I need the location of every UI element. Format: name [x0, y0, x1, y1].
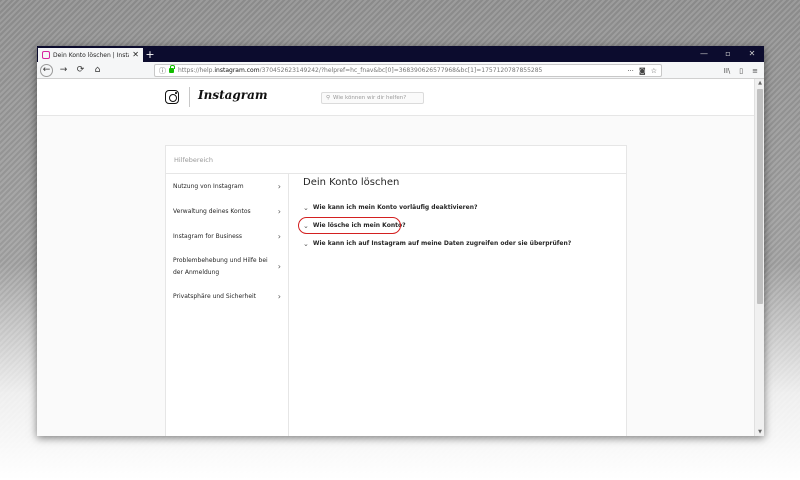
tab-title: Dein Konto löschen | Instagram… [53, 51, 129, 59]
question-delete-account[interactable]: ⌄ Wie lösche ich mein Konto? [298, 217, 616, 234]
highlight-circle [298, 217, 401, 234]
help-search-input[interactable]: ⚲ Wie können wir dir helfen? [321, 92, 424, 104]
instagram-camera-icon[interactable] [165, 90, 179, 104]
instagram-header: Instagram ⚲ Wie können wir dir helfen? [37, 79, 754, 116]
forward-button[interactable]: → [57, 64, 70, 77]
search-icon: ⚲ [326, 95, 331, 101]
address-bar[interactable]: ⓘ https://help. instagram.com /370452623… [154, 64, 662, 77]
chevron-right-icon: › [277, 232, 281, 241]
sidebar-item-account[interactable]: Verwaltung deines Kontos › [166, 206, 288, 218]
chevron-right-icon: › [277, 292, 281, 301]
close-window-button[interactable]: ✕ [740, 46, 764, 62]
instagram-logo[interactable]: Instagram [198, 88, 268, 102]
reload-button[interactable]: ⟳ [74, 64, 87, 77]
sidebar-item-label: Nutzung von Instagram [173, 183, 244, 190]
lock-icon[interactable] [169, 65, 175, 73]
home-button[interactable]: ⌂ [91, 64, 104, 77]
question-label: Wie kann ich mein Konto vorläufig deakti… [312, 204, 478, 211]
help-sidebar: Nutzung von Instagram › Verwaltung deine… [166, 174, 289, 436]
url-domain: instagram.com [214, 67, 260, 74]
scrollbar-thumb[interactable] [757, 89, 763, 304]
chevron-right-icon: › [277, 207, 281, 216]
sidebar-item-privacy[interactable]: Privatsphäre und Sicherheit › [166, 291, 288, 303]
sidebar-item-label: Instagram for Business [173, 233, 243, 240]
sidebar-item-label: Problembehebung und Hilfe bei der Anmeld… [173, 257, 268, 276]
info-icon[interactable]: ⓘ [159, 66, 166, 76]
url-prefix: https://help. [178, 67, 215, 74]
browser-tab[interactable]: Dein Konto löschen | Instagram… ✕ [38, 48, 143, 62]
chevron-down-icon: ⌄ [303, 239, 309, 248]
sidebar-item-usage[interactable]: Nutzung von Instagram › [166, 181, 288, 193]
header-divider [189, 87, 190, 107]
maximize-button[interactable]: ▫ [716, 46, 740, 62]
window-controls: — ▫ ✕ [692, 46, 764, 62]
sidebar-item-label: Verwaltung deines Kontos [173, 208, 251, 215]
instagram-favicon-icon [42, 51, 50, 59]
sidebar-item-troubleshooting[interactable]: Problembehebung und Hilfe bei der Anmeld… [166, 255, 288, 279]
chevron-right-icon: › [277, 182, 281, 191]
library-icon[interactable]: II\ [724, 67, 731, 75]
bookmark-star-icon[interactable]: ☆ [651, 67, 657, 75]
pocket-icon[interactable]: ◙ [639, 67, 646, 75]
chevron-right-icon: › [277, 262, 281, 271]
help-center-title: Hilfebereich [166, 146, 626, 174]
chevron-down-icon: ⌄ [303, 203, 309, 212]
scroll-up-icon[interactable]: ▲ [755, 80, 764, 86]
url-path: /370452623149242/?helpref=hc_fnav&bc[0]=… [259, 67, 543, 74]
toolbar-right: II\ ▯ ≡ [724, 62, 758, 79]
sidebar-toggle-icon[interactable]: ▯ [739, 67, 743, 75]
sidebar-item-label: Privatsphäre und Sicherheit [173, 293, 257, 300]
new-tab-button[interactable]: + [143, 48, 157, 62]
minimize-button[interactable]: — [692, 46, 716, 62]
vertical-scrollbar[interactable]: ▲ ▼ [754, 79, 764, 436]
question-deactivate[interactable]: ⌄ Wie kann ich mein Konto vorläufig deak… [303, 203, 616, 212]
search-placeholder: Wie können wir dir helfen? [333, 95, 407, 101]
sidebar-item-business[interactable]: Instagram for Business › [166, 231, 288, 243]
title-bar: Dein Konto löschen | Instagram… ✕ + — ▫ … [37, 46, 764, 62]
back-button[interactable]: ← [40, 63, 53, 77]
question-label: Wie kann ich auf Instagram auf meine Dat… [312, 240, 572, 247]
tab-close-icon[interactable]: ✕ [132, 51, 139, 59]
help-panel: Hilfebereich Nutzung von Instagram › Ver… [165, 145, 627, 436]
page-title: Dein Konto löschen [303, 177, 400, 188]
browser-window: Dein Konto löschen | Instagram… ✕ + — ▫ … [37, 46, 764, 436]
page-content: Instagram ⚲ Wie können wir dir helfen? H… [37, 79, 754, 436]
help-article: Dein Konto löschen ⌄ Wie kann ich mein K… [298, 177, 616, 257]
menu-icon[interactable]: ≡ [752, 67, 758, 75]
navigation-bar: ← → ⟳ ⌂ ⓘ https://help. instagram.com /3… [37, 62, 764, 79]
page-actions-icon[interactable]: ··· [627, 67, 634, 75]
scroll-down-icon[interactable]: ▼ [755, 429, 764, 435]
question-access-data[interactable]: ⌄ Wie kann ich auf Instagram auf meine D… [303, 239, 616, 248]
